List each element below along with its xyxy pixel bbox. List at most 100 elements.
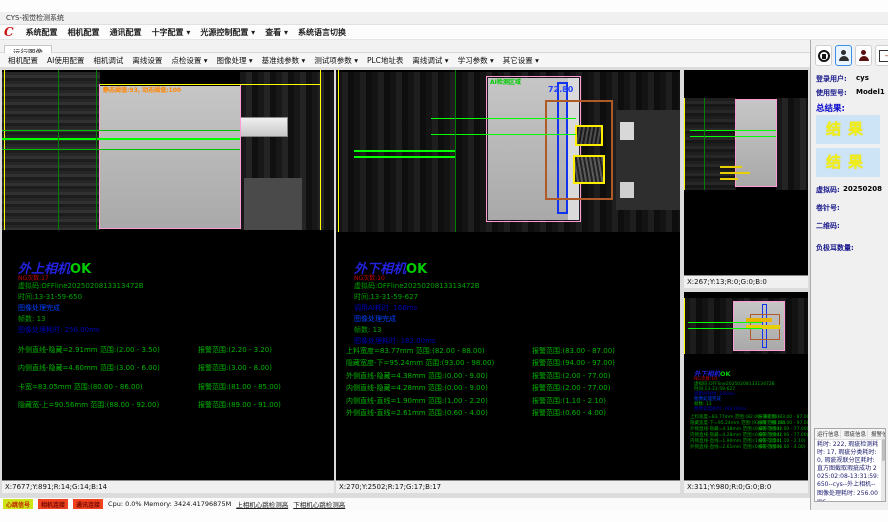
virtual-code-label: 虚拟码: <box>816 185 840 195</box>
roi-rect-brown <box>545 100 613 200</box>
measure-green-hline-2 <box>2 138 240 140</box>
app-screen: CYS-视觉检测系统 C 系统配置 相机配置 通讯配置 十字配置 ▾ 光源控制配… <box>0 0 888 522</box>
measurement-row: 内侧直线-直线=1.90mm 范围:(1.00 - 2.20) <box>346 396 488 406</box>
measurement-row: 卡宽=83.05mm 范围:(80.00 - 86.00) <box>18 382 143 392</box>
tiny-annotation-1 <box>720 166 742 168</box>
measure-green-hline-3 <box>2 149 240 150</box>
tool-plc-address-table[interactable]: PLC地址表 <box>367 55 403 66</box>
machine-block <box>244 178 302 230</box>
log-tab-defect-info[interactable]: 瑕疵信息 <box>843 430 868 438</box>
menu-light-config[interactable]: 光源控制配置 ▾ <box>200 27 255 38</box>
tool-camera-debug[interactable]: 相机调试 <box>93 55 123 66</box>
time-line: 时间:13-31-59-627 <box>354 292 418 302</box>
log-tab-run-info[interactable]: 运行信息 <box>816 430 841 438</box>
total-result-label: 总结果: <box>816 102 845 114</box>
upper-camera-heartbeat: 上相机心跳检测高 <box>236 499 288 509</box>
tool-ai-usage-config[interactable]: AI使用配置 <box>47 55 84 66</box>
tiny-annotation-2 <box>720 172 750 174</box>
roi-rect-pink <box>99 84 241 229</box>
camera-status-ok: OK <box>70 262 91 277</box>
tool-camera-config[interactable]: 相机配置 <box>8 55 38 66</box>
machine-highlight-2 <box>620 182 634 198</box>
camera-view-lower-outer[interactable]: AI检测区域 72.80 外下相机OK NG次数:10 虚拟码:OFFline2… <box>336 70 680 493</box>
measurement-row: 上料宽度=83.77mm 范围:(82.00 - 88.00) <box>346 346 485 356</box>
alarm-range: 报警范围:(3.00 - 8.00) <box>198 363 272 373</box>
menu-system-config[interactable]: 系统配置 <box>26 27 58 38</box>
measurement-row: 隐藏宽度-下=95.24mm 范围:(93.00 - 98.00) <box>346 358 494 368</box>
app-logo-icon: C <box>4 26 14 38</box>
cpu-memory-readout: Cpu: 0.0% Memory: 3424.41796875M <box>108 500 231 508</box>
guide-yellow-vline <box>684 298 685 354</box>
tool-image-processing[interactable]: 图像处理 ▾ <box>217 55 253 66</box>
heartbeat-status-badge: 心跳信号 <box>3 499 33 509</box>
guide-yellow-hline <box>100 84 320 85</box>
measure-green-hline-1 <box>431 118 576 119</box>
tool-offline-debug[interactable]: 离线调试 ▾ <box>412 55 448 66</box>
toolbar: 相机配置 AI使用配置 相机调试 离线设置 点检设置 ▾ 图像处理 ▾ 基准线参… <box>0 53 888 68</box>
alarm-range: 报警范围:(1.10 - 2.10) <box>532 396 606 406</box>
tool-offline-settings[interactable]: 离线设置 <box>132 55 162 66</box>
menu-cross-config[interactable]: 十字配置 ▾ <box>152 27 191 38</box>
frame-count-line: 帧数: 13 <box>18 314 46 324</box>
pause-button[interactable] <box>815 45 832 66</box>
menu-language-switch[interactable]: 系统语言切换 <box>298 27 346 38</box>
measurement-row: 外侧直线-隐藏=4.38mm 范围:(0.00 - 9.00) <box>346 371 488 381</box>
operator-mode-button[interactable] <box>835 45 852 66</box>
measure-green-hline-4 <box>354 156 455 158</box>
tool-test-item-params[interactable]: 测试项参数 ▾ <box>314 55 358 66</box>
window-title: CYS-视觉检测系统 <box>6 14 64 22</box>
thumb-view-2[interactable]: 外下相机OK NG次数:10 虚拟码:OFFline20250208133134… <box>684 292 808 493</box>
menu-view[interactable]: 查看 ▾ <box>265 27 288 38</box>
pixel-coords-bar: X:270;Y:2502;R:17;G:17;B:17 <box>336 480 680 493</box>
menu-comm-config[interactable]: 通讯配置 <box>110 27 142 38</box>
measure-green-hline-2 <box>688 328 762 329</box>
admin-mode-button[interactable] <box>855 45 872 66</box>
measurement-row: 外侧直线-直线=2.61mm 范围:(0.60 - 4.00) <box>346 408 488 418</box>
elapsed-line: 图像处理耗时: 182.00ms <box>354 336 436 346</box>
pixel-coords-bar: X:267;Y:13;R:0;G:0;B:0 <box>684 275 808 288</box>
roi-threshold-label: 静态阈值:93, 动态阈值:100 <box>103 85 181 94</box>
log-box[interactable]: 运行信息 瑕疵信息 报警信息 耗时: 222, 瑕疵检测耗时: 17, 瑕疵分类… <box>814 428 886 502</box>
camera-canvas-upper-outer[interactable]: 静态阈值:93, 动态阈值:100 外上相机OK NG次数:17 虚拟码:OFF… <box>2 70 334 480</box>
camera-view-upper-outer[interactable]: 静态阈值:93, 动态阈值:100 外上相机OK NG次数:17 虚拟码:OFF… <box>2 70 334 493</box>
measurement-row: 外侧直线-隐藏=2.91mm 范围:(2.00 - 3.50) <box>18 345 160 355</box>
mini-camera-status: OK <box>720 370 731 378</box>
log-scrollbar[interactable] <box>881 437 885 501</box>
guide-yellow-vline <box>338 70 339 232</box>
mini-elapsed: 图像处理耗时: 182.00ms <box>694 406 746 412</box>
guide-yellow-vline-left <box>4 70 5 230</box>
barcode-line: 虚拟码:OFFline2025020813313472B <box>18 281 144 291</box>
control-panel: 登录用户: cys 使用型号: Model1 总结果: 结果 结果 虚拟码: 2… <box>810 40 888 510</box>
thumb-canvas-2[interactable]: 外下相机OK NG次数:10 虚拟码:OFFline20250208133134… <box>684 292 808 480</box>
measure-green-vline <box>704 98 705 190</box>
ai-measure-value: 72.80 <box>548 85 573 94</box>
tool-learning-params[interactable]: 学习参数 ▾ <box>458 55 494 66</box>
qr-code-label: 二维码: <box>816 221 840 231</box>
measurement-row: 内侧直线-隐藏=4.28mm 范围:(0.00 - 9.00) <box>346 383 488 393</box>
time-line: 时间:13-31-59-650 <box>18 292 82 302</box>
user-icon <box>838 49 850 62</box>
camera-canvas-lower-outer[interactable]: AI检测区域 72.80 外下相机OK NG次数:10 虚拟码:OFFline2… <box>336 70 680 480</box>
thumb-view-1[interactable]: X:267;Y:13;R:0;G:0;B:0 <box>684 70 808 288</box>
alarm-range: 报警范围:(81.00 - 85.00) <box>198 382 281 392</box>
window-titlebar: CYS-视觉检测系统 <box>0 12 888 25</box>
barcode-line: 虚拟码:OFFline2025020813313472B <box>354 281 480 291</box>
measure-green-vline <box>455 70 456 232</box>
tool-other-settings[interactable]: 其它设置 ▾ <box>503 55 539 66</box>
login-user-label: 登录用户: <box>816 74 847 84</box>
login-user-value: cys <box>856 74 869 82</box>
process-done-line: 图像处理完成 <box>354 314 396 324</box>
thumb-canvas-1[interactable] <box>684 70 808 275</box>
mini-alarm: 报警范围:(0.60 - 4.00) <box>758 444 806 450</box>
alarm-range: 报警范围:(2.00 - 77.00) <box>532 383 610 393</box>
tool-baseline-params[interactable]: 基准线参数 ▾ <box>262 55 306 66</box>
tool-spotcheck-settings[interactable]: 点检设置 ▾ <box>171 55 207 66</box>
pixel-coords-bar: X:311;Y:980;R:0;G:0;B:0 <box>684 480 808 493</box>
tab-detect-rect-yellow-2 <box>573 155 605 184</box>
exit-button[interactable] <box>875 45 888 66</box>
machine-texture <box>684 98 736 190</box>
elapsed-line: 图像处理耗时: 256.00ms <box>18 325 100 335</box>
measure-green-vline-1 <box>58 70 59 230</box>
measure-green-hline-1 <box>690 130 776 131</box>
menu-camera-config[interactable]: 相机配置 <box>68 27 100 38</box>
